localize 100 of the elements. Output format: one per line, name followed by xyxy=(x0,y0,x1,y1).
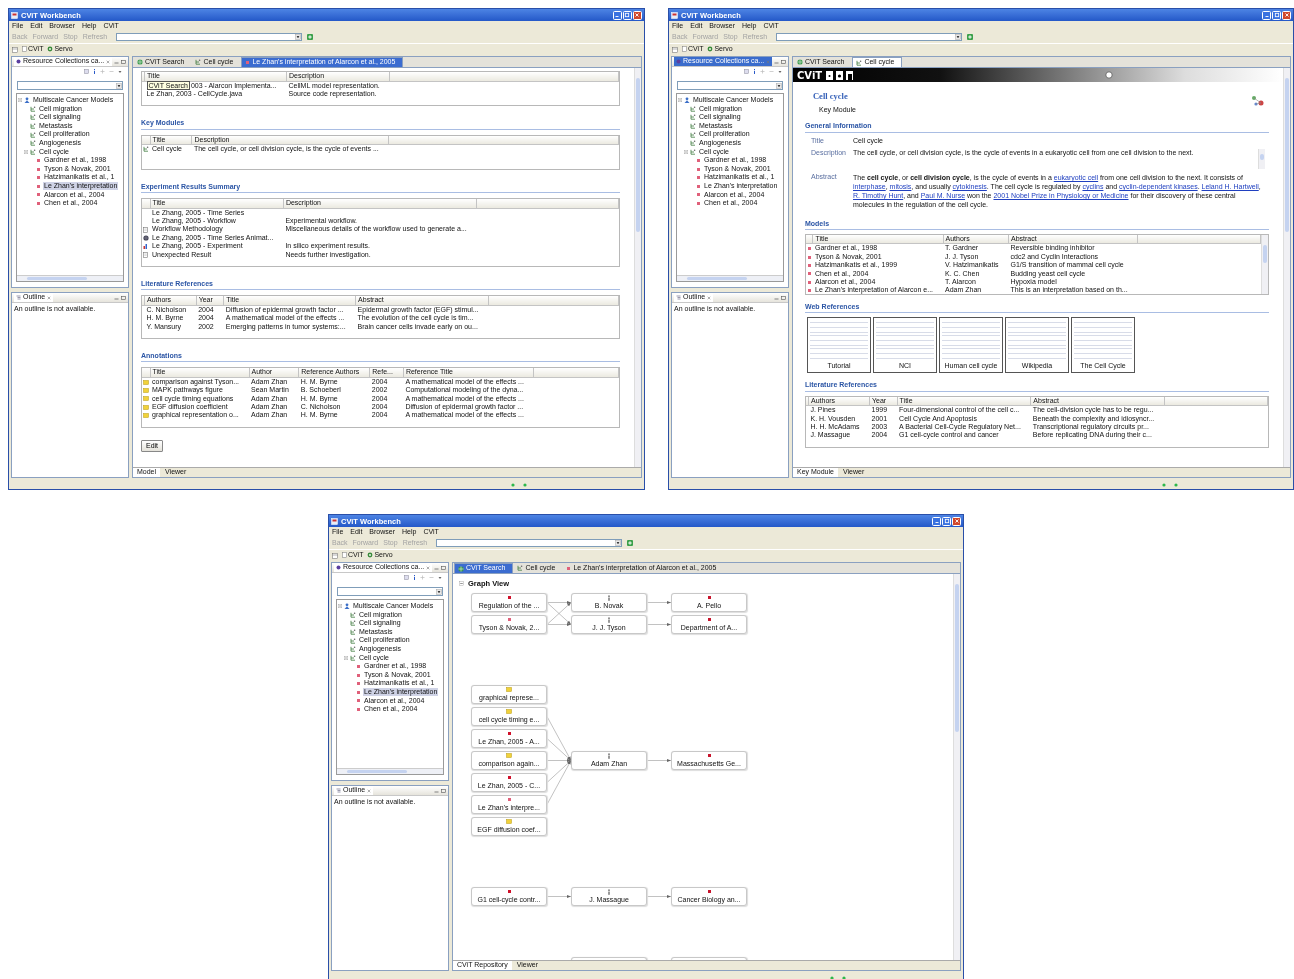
note-icon xyxy=(506,687,512,693)
gear-icon xyxy=(367,552,374,559)
person-icon xyxy=(684,97,690,104)
plus-icon xyxy=(307,34,314,40)
close-icon xyxy=(634,12,641,18)
webpage-image xyxy=(942,320,1000,361)
minimize-icon xyxy=(114,59,120,64)
status-light-icon xyxy=(522,482,527,487)
branch-icon xyxy=(30,114,36,121)
minimize-button[interactable] xyxy=(932,516,941,526)
branch-icon xyxy=(856,59,863,66)
maximize-icon xyxy=(121,295,126,300)
dropdown-icon xyxy=(116,82,122,89)
document-icon xyxy=(143,226,148,233)
address-field[interactable] xyxy=(776,33,963,41)
plus-icon xyxy=(627,540,634,546)
dropdown-icon xyxy=(436,588,442,595)
window-icon xyxy=(12,46,18,53)
app-icon xyxy=(11,11,18,19)
info-icon xyxy=(93,69,96,74)
status-light-icon xyxy=(1173,482,1178,487)
minimize-icon xyxy=(434,565,440,570)
close-icon xyxy=(707,295,712,300)
close-icon xyxy=(953,518,960,524)
branch-icon xyxy=(143,146,149,153)
chart-icon xyxy=(143,243,149,250)
webpage-image xyxy=(1008,320,1066,361)
page-icon xyxy=(342,552,347,559)
page-title: Cell cycle xyxy=(813,91,849,101)
branch-icon xyxy=(690,114,696,121)
minus-icon xyxy=(429,575,434,580)
circle-icon xyxy=(1105,71,1113,79)
filter-dropdown[interactable] xyxy=(337,587,443,596)
status-light-icon xyxy=(1161,482,1166,487)
maximize-icon xyxy=(781,295,786,300)
note-icon xyxy=(506,819,512,825)
globe-icon xyxy=(797,59,803,65)
plus-icon xyxy=(100,69,105,74)
close-button[interactable] xyxy=(952,516,961,526)
branch-icon xyxy=(690,105,696,112)
filter-dropdown[interactable] xyxy=(677,81,783,90)
outline-icon xyxy=(676,295,681,300)
webpage-image xyxy=(810,320,868,361)
outline-icon xyxy=(16,295,21,300)
dropdown-icon xyxy=(955,34,962,40)
outline-icon xyxy=(336,788,341,793)
status-light-icon xyxy=(829,975,834,979)
person-icon xyxy=(607,594,611,601)
address-field[interactable] xyxy=(436,539,623,547)
maximize-button[interactable] xyxy=(942,516,951,526)
collection-icon xyxy=(336,565,341,570)
grid-icon xyxy=(404,575,409,580)
window-icon xyxy=(332,552,338,559)
close-icon xyxy=(367,788,372,793)
app-icon xyxy=(671,11,678,19)
maximize-button[interactable] xyxy=(1272,10,1281,20)
address-field[interactable] xyxy=(116,33,303,41)
maximize-button[interactable] xyxy=(623,10,632,20)
globe-icon xyxy=(143,235,149,242)
app-icon xyxy=(331,517,338,525)
minus-icon xyxy=(109,69,114,74)
maximize-icon xyxy=(1273,12,1280,18)
branch-icon xyxy=(350,611,356,618)
dropdown-icon xyxy=(615,540,622,546)
note-icon xyxy=(506,753,512,759)
plus-icon xyxy=(760,69,765,74)
close-button[interactable] xyxy=(1282,10,1291,20)
maximize-icon xyxy=(624,12,631,18)
go-button[interactable] xyxy=(627,540,634,546)
status-light-icon xyxy=(510,482,515,487)
window-icon xyxy=(672,46,678,53)
branch-icon xyxy=(517,565,524,571)
filter-dropdown[interactable] xyxy=(17,81,123,90)
person-icon xyxy=(344,603,350,610)
minimize-button[interactable] xyxy=(613,10,622,20)
person-icon xyxy=(607,616,611,623)
info-icon xyxy=(413,575,416,580)
person-icon xyxy=(607,752,611,759)
branch-icon xyxy=(30,105,36,112)
maximize-icon xyxy=(441,565,447,570)
go-button[interactable] xyxy=(967,34,974,40)
minimize-icon xyxy=(434,788,439,793)
logo-text: CViT xyxy=(797,69,823,81)
plus-icon xyxy=(967,34,974,40)
close-button[interactable] xyxy=(633,10,642,20)
collection-icon xyxy=(676,59,681,64)
maximize-icon xyxy=(441,788,446,793)
close-icon xyxy=(1283,12,1290,18)
grid-icon xyxy=(744,69,749,74)
person-icon xyxy=(607,888,611,895)
minimize-button[interactable] xyxy=(1262,10,1271,20)
gear-icon xyxy=(47,46,54,53)
scrollbar xyxy=(1261,234,1268,294)
gear-icon xyxy=(707,46,714,53)
webpage-image xyxy=(876,320,934,361)
molecule-icon xyxy=(1251,95,1265,107)
close-icon xyxy=(106,59,111,64)
go-button[interactable] xyxy=(307,34,314,40)
minimize-icon xyxy=(114,295,119,300)
close-icon xyxy=(426,565,431,570)
